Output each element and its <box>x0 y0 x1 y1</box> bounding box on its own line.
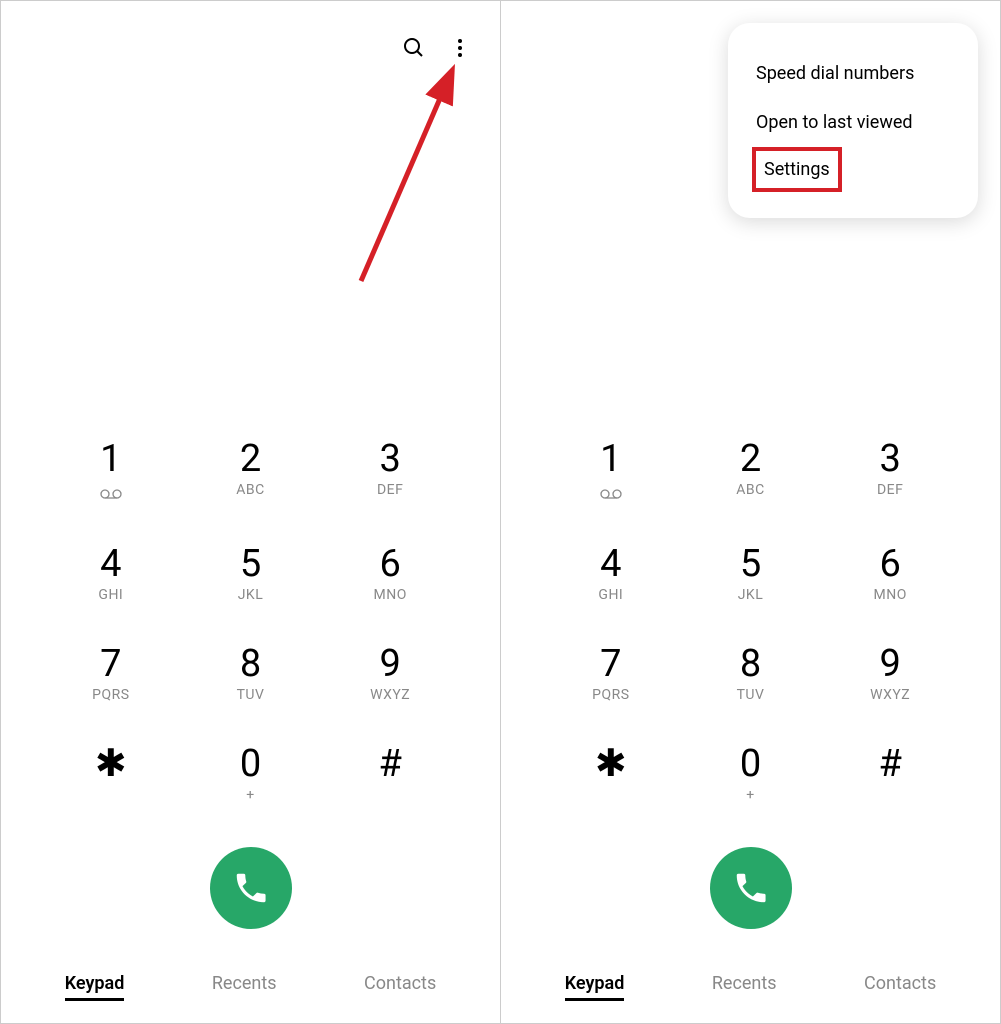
key-0[interactable]: 0 + <box>181 745 321 803</box>
keypad: 1 2 ABC 3 DEF 4 GHI <box>501 440 1000 833</box>
voicemail-icon <box>600 484 622 503</box>
key-2[interactable]: 2 ABC <box>181 440 321 503</box>
key-9[interactable]: 9 WXYZ <box>820 645 960 703</box>
more-options-icon[interactable] <box>450 38 470 58</box>
key-letters: TUV <box>237 687 265 703</box>
key-digit: 0 <box>740 745 761 783</box>
call-button-wrap <box>501 833 1000 957</box>
menu-item-settings[interactable]: Settings <box>752 147 842 192</box>
key-letters: PQRS <box>92 687 129 703</box>
key-4[interactable]: 4 GHI <box>541 545 681 603</box>
key-4[interactable]: 4 GHI <box>41 545 181 603</box>
key-digit: 2 <box>740 440 761 478</box>
key-star[interactable]: ✱ <box>541 745 681 803</box>
key-letters: PQRS <box>592 687 629 703</box>
key-letters: DEF <box>377 482 403 498</box>
voicemail-icon <box>100 484 122 503</box>
key-8[interactable]: 8 TUV <box>181 645 321 703</box>
key-digit: 8 <box>740 645 761 683</box>
menu-item-speed-dial[interactable]: Speed dial numbers <box>752 49 954 98</box>
keypad: 1 2 ABC 3 DEF 4 GHI <box>1 440 500 833</box>
key-5[interactable]: 5 JKL <box>181 545 321 603</box>
key-letters: JKL <box>238 587 264 603</box>
key-8[interactable]: 8 TUV <box>681 645 821 703</box>
key-6[interactable]: 6 MNO <box>820 545 960 603</box>
key-digit: 1 <box>100 440 121 478</box>
bottom-tabs: Keypad Recents Contacts <box>501 957 1000 1023</box>
key-6[interactable]: 6 MNO <box>320 545 460 603</box>
call-button-wrap <box>1 833 500 957</box>
key-letters: ABC <box>736 482 764 498</box>
key-digit: ✱ <box>95 745 127 783</box>
tab-keypad[interactable]: Keypad <box>565 969 625 1001</box>
key-digit: 2 <box>240 440 261 478</box>
key-5[interactable]: 5 JKL <box>681 545 821 603</box>
key-digit: # <box>378 745 401 783</box>
key-digit: 1 <box>600 440 621 478</box>
key-3[interactable]: 3 DEF <box>820 440 960 503</box>
key-letters: ABC <box>236 482 264 498</box>
key-digit: 0 <box>240 745 261 783</box>
overflow-menu: Speed dial numbers Open to last viewed S… <box>728 23 978 218</box>
key-1[interactable]: 1 <box>41 440 181 503</box>
phone-icon <box>232 869 270 907</box>
key-digit: 4 <box>600 545 621 583</box>
key-digit: 9 <box>879 645 900 683</box>
top-bar <box>1 1 500 81</box>
key-digit: 5 <box>740 545 761 583</box>
call-button[interactable] <box>710 847 792 929</box>
key-digit: 4 <box>100 545 121 583</box>
key-letters: MNO <box>873 587 906 603</box>
key-9[interactable]: 9 WXYZ <box>320 645 460 703</box>
phone-screen-left: 1 2 ABC 3 DEF 4 GHI <box>1 1 500 1023</box>
key-2[interactable]: 2 ABC <box>681 440 821 503</box>
tab-recents[interactable]: Recents <box>212 969 277 1001</box>
key-1[interactable]: 1 <box>541 440 681 503</box>
tab-contacts[interactable]: Contacts <box>864 969 936 1001</box>
key-3[interactable]: 3 DEF <box>320 440 460 503</box>
key-hash[interactable]: # <box>320 745 460 803</box>
key-letters: + <box>746 787 754 803</box>
tab-recents[interactable]: Recents <box>712 969 777 1001</box>
key-digit: ✱ <box>595 745 627 783</box>
key-letters: + <box>246 787 254 803</box>
key-digit: 8 <box>240 645 261 683</box>
key-letters: TUV <box>737 687 765 703</box>
key-letters: MNO <box>373 587 406 603</box>
key-digit: 3 <box>379 440 400 478</box>
key-digit: 5 <box>240 545 261 583</box>
phone-icon <box>732 869 770 907</box>
bottom-tabs: Keypad Recents Contacts <box>1 957 500 1023</box>
key-digit: 6 <box>879 545 900 583</box>
tab-contacts[interactable]: Contacts <box>364 969 436 1001</box>
key-digit: 7 <box>100 645 121 683</box>
key-letters: JKL <box>738 587 764 603</box>
menu-item-open-last[interactable]: Open to last viewed <box>752 98 954 147</box>
call-button[interactable] <box>210 847 292 929</box>
tab-keypad[interactable]: Keypad <box>65 969 125 1001</box>
key-letters: DEF <box>877 482 903 498</box>
key-0[interactable]: 0 + <box>681 745 821 803</box>
key-digit: 6 <box>379 545 400 583</box>
key-hash[interactable]: # <box>820 745 960 803</box>
key-star[interactable]: ✱ <box>41 745 181 803</box>
key-letters: WXYZ <box>370 687 410 703</box>
key-digit: 7 <box>600 645 621 683</box>
key-letters: GHI <box>98 587 123 603</box>
key-digit: 3 <box>879 440 900 478</box>
key-digit: 9 <box>379 645 400 683</box>
key-letters: WXYZ <box>870 687 910 703</box>
phone-screen-right: Speed dial numbers Open to last viewed S… <box>501 1 1000 1023</box>
key-letters: GHI <box>598 587 623 603</box>
key-digit: # <box>878 745 901 783</box>
key-7[interactable]: 7 PQRS <box>541 645 681 703</box>
key-7[interactable]: 7 PQRS <box>41 645 181 703</box>
search-icon[interactable] <box>402 36 426 60</box>
